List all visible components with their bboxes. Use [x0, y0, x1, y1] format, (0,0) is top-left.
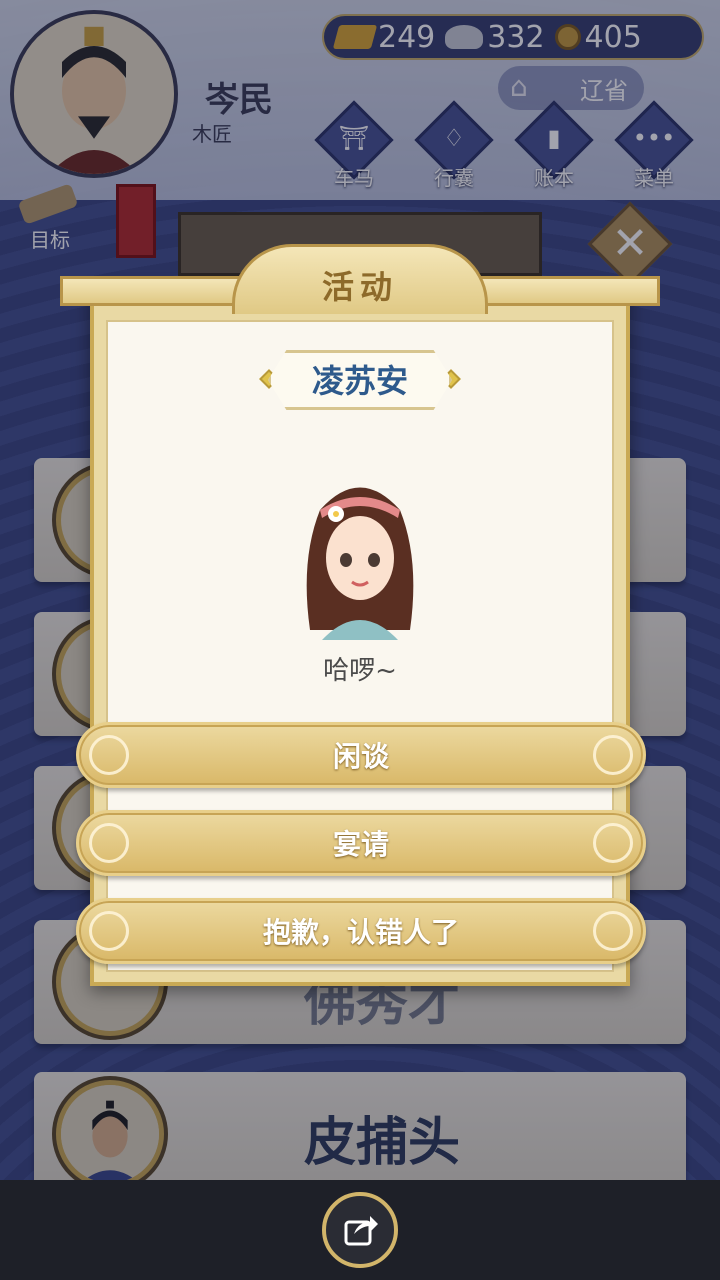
choice-chat-button[interactable]: 闲谈	[76, 722, 646, 788]
choice-label: 宴请	[332, 828, 389, 861]
dialog-title: 活动	[232, 244, 488, 314]
swirl-ornament-icon	[593, 735, 633, 775]
npc-name: 凌苏安	[268, 350, 452, 410]
share-icon	[344, 1216, 378, 1246]
swirl-ornament-icon	[89, 911, 129, 951]
girl-portrait-icon	[306, 487, 414, 640]
npc-portrait	[290, 470, 430, 640]
swirl-ornament-icon	[593, 823, 633, 863]
npc-greeting: 哈啰~	[323, 656, 397, 686]
choice-label: 闲谈	[332, 740, 389, 773]
choice-label: 抱歉，认错人了	[262, 916, 459, 949]
choice-banquet-button[interactable]: 宴请	[76, 810, 646, 876]
swirl-ornament-icon	[593, 911, 633, 951]
swirl-ornament-icon	[89, 823, 129, 863]
swirl-ornament-icon	[89, 735, 129, 775]
share-button[interactable]	[322, 1192, 398, 1268]
choice-apologize-button[interactable]: 抱歉，认错人了	[76, 898, 646, 964]
